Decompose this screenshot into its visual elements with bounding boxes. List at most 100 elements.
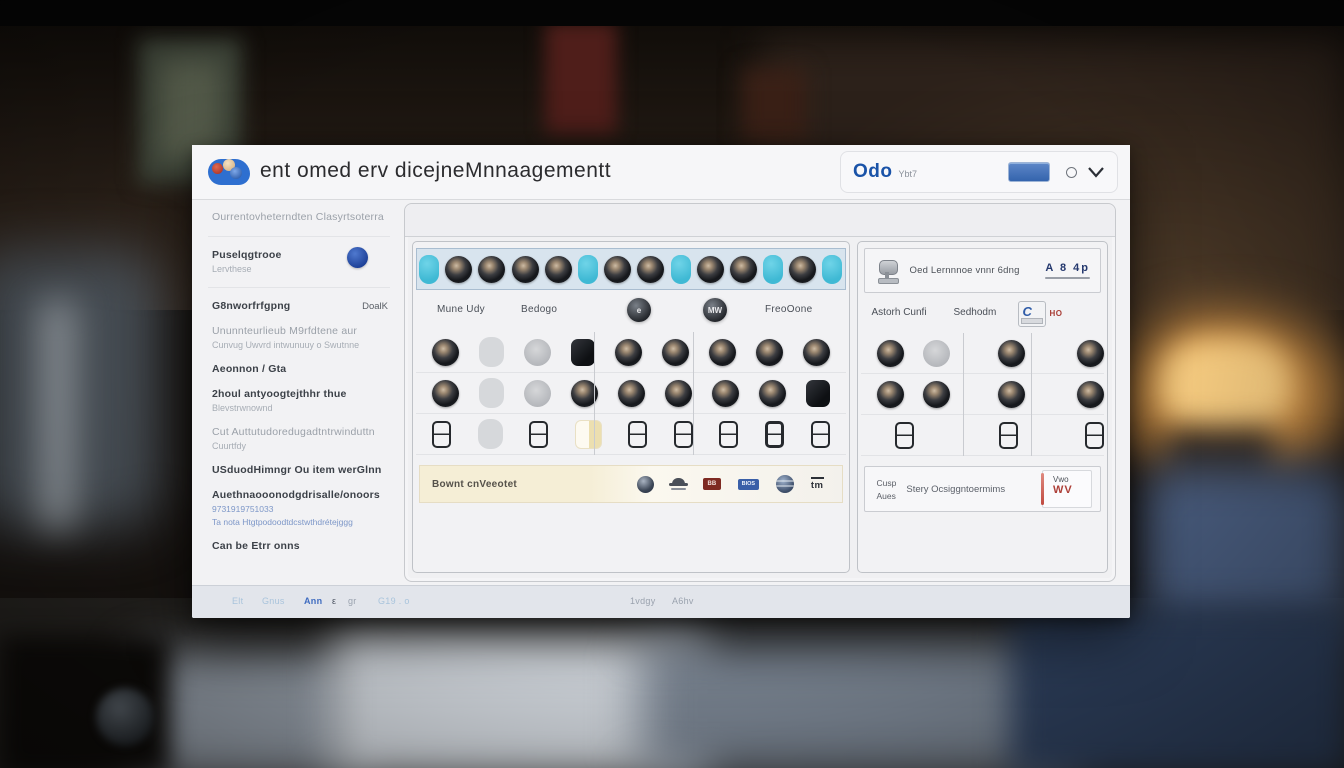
footer-item[interactable]: G19 . o <box>378 596 410 606</box>
camera-lens-gray-icon[interactable] <box>524 339 551 366</box>
outlet-frame-icon[interactable] <box>895 422 914 449</box>
active-indicator-icon[interactable] <box>578 255 598 284</box>
chip-badge-icon[interactable]: BIOS <box>738 479 759 490</box>
brand-badge-icon[interactable]: MW <box>703 298 727 322</box>
camera-lens-icon[interactable] <box>637 256 664 283</box>
camera-lens-gray-icon[interactable] <box>923 340 950 367</box>
outlet-frame-icon[interactable] <box>628 421 647 448</box>
camera-lens-icon[interactable] <box>712 380 739 407</box>
app-logo-icon[interactable] <box>208 157 252 187</box>
footer-item[interactable]: Gnus <box>262 596 285 606</box>
camera-lens-icon[interactable] <box>998 381 1025 408</box>
sidebar-item[interactable]: Ununnteurlieub M9rfdtene aurCunvug Uwvrd… <box>212 325 386 350</box>
chevron-down-icon[interactable] <box>1087 166 1105 179</box>
camera-lens-icon[interactable] <box>604 256 631 283</box>
status-tag: HO <box>1050 309 1063 318</box>
active-indicator-icon[interactable] <box>671 255 691 284</box>
printer-icon[interactable] <box>1018 301 1046 327</box>
dark-device-icon[interactable] <box>571 339 595 366</box>
device-info-text: Oed Lernnnoe vnnr 6dng <box>910 265 1020 276</box>
sidebar-item[interactable]: Auethnaooonodgdrisalle/onoors97319197510… <box>212 489 386 527</box>
sphere-icon[interactable] <box>637 476 654 493</box>
camera-lens-icon[interactable] <box>615 339 642 366</box>
device-label: FreoOone <box>765 304 812 315</box>
camera-lens-icon[interactable] <box>478 256 505 283</box>
summary-card[interactable]: Cusp Aues Stery Ocsiggntoermims Vwo WV <box>864 466 1101 512</box>
outlet-frame-icon[interactable] <box>1085 422 1104 449</box>
footer-item[interactable]: ε <box>332 596 336 606</box>
sidebar-item[interactable]: Can be Etrr onns <box>212 540 386 552</box>
logo-dot-red <box>212 163 223 174</box>
active-indicator-icon[interactable] <box>419 255 439 284</box>
camera-lens-icon[interactable] <box>789 256 816 283</box>
cloud-caption <box>671 488 686 490</box>
power-icon[interactable] <box>1066 167 1077 178</box>
camera-lens-icon[interactable] <box>618 380 645 407</box>
barcode-badge-icon[interactable]: BB <box>703 478 721 490</box>
camera-lens-icon[interactable] <box>432 380 459 407</box>
active-indicator-icon[interactable] <box>763 255 783 284</box>
camera-lens-icon[interactable] <box>662 339 689 366</box>
outlet-frame-icon[interactable] <box>719 421 738 448</box>
sidebar: Ourrentovheterndten Clasyrtsoterra Puselq… <box>192 199 404 586</box>
camera-lens-icon[interactable] <box>759 380 786 407</box>
footer-item[interactable]: Elt <box>232 596 243 606</box>
footer-item[interactable]: A6hv <box>672 596 694 606</box>
camera-lens-icon[interactable] <box>877 381 904 408</box>
camera-lens-icon[interactable] <box>1077 381 1104 408</box>
sidebar-item[interactable]: Cut AuttutudoredugadtntrwinduttnCuurtfdy <box>212 426 386 451</box>
camera-lens-gray-icon[interactable] <box>524 380 551 407</box>
camera-lens-icon[interactable] <box>445 256 472 283</box>
sidebar-item-label: Aeonnon / Gta <box>212 363 386 375</box>
camera-lens-icon[interactable] <box>709 339 736 366</box>
outlet-frame-icon[interactable] <box>674 421 693 448</box>
sidebar-item[interactable]: G8nworfrfgpngDoalK <box>212 300 386 312</box>
device-info-card[interactable]: Oed Lernnnoe vnnr 6dng A 8 4p <box>864 248 1101 293</box>
outlet-frame-icon[interactable] <box>999 422 1018 449</box>
sidebar-link[interactable]: Ta nota Htgtpodoodtdcstwthdrétejggg <box>212 517 386 527</box>
footer-item[interactable]: Ann <box>304 596 322 606</box>
brand-logo[interactable]: Odo <box>853 161 893 183</box>
sidebar-item[interactable]: USduodHimngr Ou item werGlnn <box>212 464 386 476</box>
camera-lens-icon[interactable] <box>512 256 539 283</box>
cloud-icon[interactable] <box>671 478 686 490</box>
placeholder-device-icon <box>479 337 504 367</box>
camera-lens-icon[interactable] <box>998 340 1025 367</box>
footer-item[interactable]: 1vdgy <box>630 596 656 606</box>
sidebar-item[interactable]: Aeonnon / Gta <box>212 363 386 375</box>
brand-badge-icon[interactable]: e <box>627 298 651 322</box>
outlet-frame-icon[interactable] <box>811 421 830 448</box>
footer-item[interactable]: gr <box>348 596 357 606</box>
camera-lens-icon[interactable] <box>697 256 724 283</box>
camera-lens-icon[interactable] <box>665 380 692 407</box>
sidebar-item[interactable]: PuselqgtrooeLervthese <box>212 249 386 274</box>
divider <box>208 236 390 237</box>
camera-lens-icon[interactable] <box>1077 340 1104 367</box>
globe-icon[interactable] <box>776 475 794 493</box>
sidebar-item[interactable]: 2houl antyoogtejthhr thueBlevstrwnownd <box>212 388 386 413</box>
alert-mini-card[interactable]: Vwo WV <box>1042 470 1092 508</box>
outlet-frame-icon[interactable] <box>432 421 451 448</box>
camera-lens-icon[interactable] <box>756 339 783 366</box>
camera-lens-icon[interactable] <box>923 381 950 408</box>
active-indicator-icon[interactable] <box>822 255 842 284</box>
sidebar-item-value: DoalK <box>362 301 388 312</box>
device-label: Mune Udy <box>437 304 485 315</box>
camera-lens-icon[interactable] <box>730 256 757 283</box>
notification-badge[interactable] <box>347 247 368 268</box>
main-content: Mune Udy Bedogo e MW FreoOone Bownt cnVe… <box>404 203 1116 582</box>
sidebar-item[interactable]: Ourrentovheterndten Clasyrtsoterra <box>212 211 386 223</box>
device-grid-left <box>416 332 846 455</box>
outlet-frame-icon[interactable] <box>529 421 548 448</box>
camera-lens-icon[interactable] <box>545 256 572 283</box>
camera-lens-icon[interactable] <box>877 340 904 367</box>
header-blue-button[interactable] <box>1008 162 1050 182</box>
dark-device-icon[interactable] <box>806 380 830 407</box>
camera-lens-icon[interactable] <box>432 339 459 366</box>
camera-lens-icon[interactable] <box>803 339 830 366</box>
sidebar-link[interactable]: 9731919751033 <box>212 504 386 514</box>
status-strip-label: Bownt cnVeeotet <box>432 479 517 490</box>
outlet-frame-bold-icon[interactable] <box>765 421 784 448</box>
selected-outlet-icon[interactable] <box>575 420 602 449</box>
status-strip-icons: BBBIOStm <box>637 475 830 493</box>
